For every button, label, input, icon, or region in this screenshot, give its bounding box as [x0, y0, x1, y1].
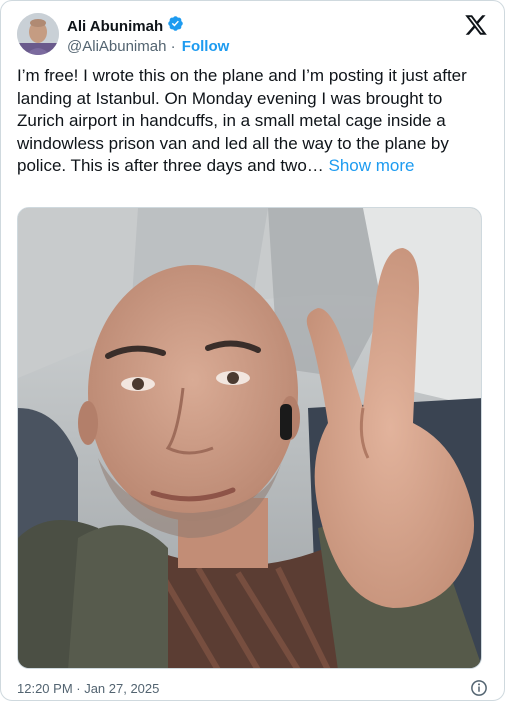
author-display-name[interactable]: Ali Abunimah	[67, 18, 163, 35]
tweet-footer: 12:20 PM · Jan 27, 2025	[17, 679, 488, 699]
verified-badge-icon	[167, 15, 184, 37]
author-names: Ali Abunimah @AliAbunimah · Follow	[67, 16, 229, 56]
show-more-link[interactable]: Show more	[329, 156, 415, 175]
tweet-photo[interactable]	[17, 207, 482, 669]
info-icon[interactable]	[470, 679, 488, 697]
x-logo-icon[interactable]	[464, 13, 488, 37]
follow-button[interactable]: Follow	[182, 38, 230, 55]
author-handle[interactable]: @AliAbunimah	[67, 38, 166, 55]
timestamp-link[interactable]: 12:20 PM · Jan 27, 2025	[17, 681, 159, 696]
avatar[interactable]	[17, 13, 59, 55]
tweet-text: I’m free! I wrote this on the plane and …	[17, 65, 487, 178]
tweet-card: Ali Abunimah @AliAbunimah · Follow I’m f…	[0, 0, 505, 701]
handle-separator: ·	[166, 37, 180, 55]
tweet-header: Ali Abunimah @AliAbunimah · Follow	[17, 13, 488, 57]
